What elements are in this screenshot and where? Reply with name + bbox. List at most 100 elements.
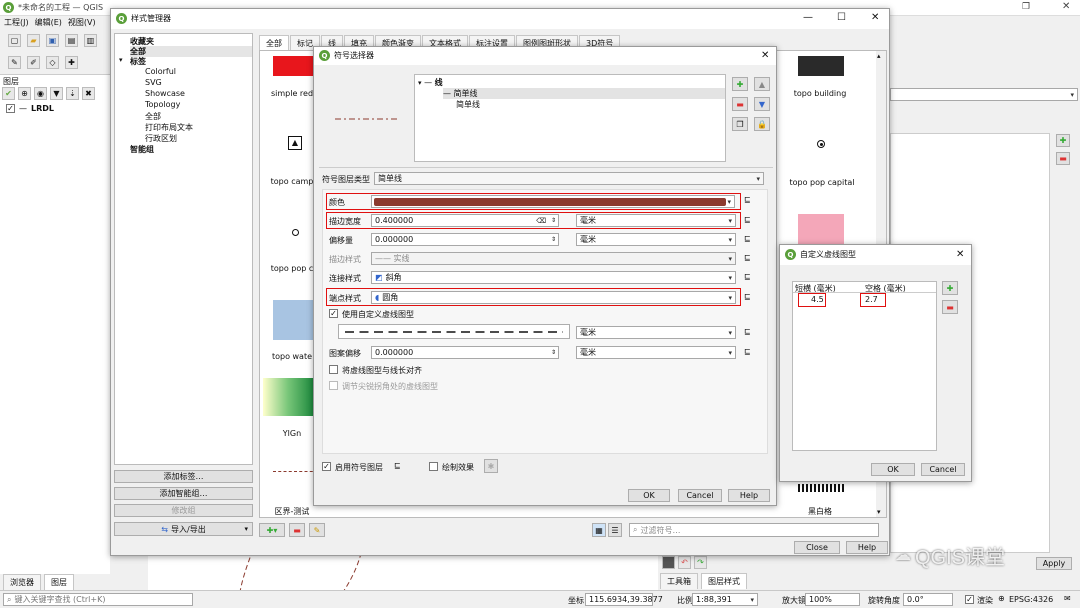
data-defined-icon[interactable]: ⊑ [744,234,751,243]
layer-visibility-checkbox[interactable]: ✓ [6,104,15,113]
expand-icon[interactable]: ⇣ [66,87,79,100]
digitize-icon[interactable]: ✐ [27,56,40,69]
align-dash-checkbox[interactable] [329,365,338,374]
import-export-button[interactable]: ⇆ 导入/导出 ▾ [114,522,253,536]
globe-icon[interactable]: ⊕ [998,594,1005,603]
data-defined-icon[interactable]: ⊑ [394,461,401,470]
style-close-button[interactable]: Close [794,541,840,554]
minimize-icon[interactable]: — [803,12,813,23]
tab-layers[interactable]: 图层 [44,574,74,590]
print-layout-icon[interactable]: ▥ [84,34,97,47]
tree-layer[interactable]: 简单线 [456,99,480,110]
tree-expand-icon[interactable]: ▾ [119,56,123,64]
tree-tag-all[interactable]: 全部 [145,111,161,122]
dash-ok-button[interactable]: OK [871,463,915,476]
layer-row[interactable]: ✓ — LRDL [6,104,54,113]
dash-cancel-button[interactable]: Cancel [921,463,965,476]
tab-layer-styling[interactable]: 图层样式 [701,572,747,589]
scroll-down-icon[interactable]: ▾ [877,508,881,516]
effects-star-icon[interactable]: ✱ [484,459,498,473]
remove-dash-row-button[interactable]: ▬ [942,300,958,314]
tree-tag-colorful[interactable]: Colorful [145,67,176,76]
menu-project[interactable]: 工程(J) [4,17,29,28]
camp-icon[interactable]: ▲ [288,136,302,150]
coordinate-field[interactable]: 115.6934,39.3877 [585,593,663,606]
lock-layer-button[interactable]: 🔒 [754,117,770,131]
cap-style-combo[interactable]: ◖ 圆角 ▾ [371,291,736,304]
magnifier-field[interactable]: 100% [805,593,860,606]
tree-tag-print-layout[interactable]: 打印布局文本 [145,122,193,133]
edit-item-button[interactable]: ✎ [309,523,325,537]
draw-effects-checkbox[interactable] [429,462,438,471]
stroke-style-combo[interactable]: —— 实线 ▾ [371,252,736,265]
add-smart-group-button[interactable]: 添加智能组… [114,487,253,500]
restore-window-button[interactable]: ❐ [1022,2,1030,12]
menu-view[interactable]: 视图(V) [68,17,96,28]
custom-dash-button[interactable] [338,324,570,339]
tree-all[interactable]: 全部 [130,46,252,57]
scroll-up-icon[interactable]: ▴ [877,52,881,60]
color-swatch-icon[interactable] [662,556,675,569]
undo-icon[interactable]: ↶ [678,556,691,569]
add-symbol-layer-button[interactable]: ✚ [1056,134,1070,147]
dash-value-cell[interactable]: 4.5 [811,295,824,304]
data-defined-icon[interactable]: ⊑ [744,215,751,224]
menu-edit[interactable]: 编辑(E) [35,17,62,28]
tree-tag-svg[interactable]: SVG [145,78,162,87]
symbol-swatch-water[interactable] [273,300,317,340]
layer-type-combo[interactable]: 简单线 ▾ [374,172,764,185]
eye-icon[interactable]: ◉ [34,87,47,100]
data-defined-icon[interactable]: ⊑ [744,292,751,301]
rotation-field[interactable]: 0.0° [903,593,953,606]
modify-group-button[interactable]: 修改组 [114,504,253,517]
data-defined-icon[interactable]: ⊑ [744,253,751,262]
add-item-button[interactable]: ✚▾ [259,523,285,537]
add-feature-icon[interactable]: ✚ [65,56,78,69]
data-defined-icon[interactable]: ⊑ [744,272,751,281]
offset-unit-combo[interactable]: 毫米 ▾ [576,233,736,246]
symbol-swatch-building[interactable] [798,56,844,76]
ok-button[interactable]: OK [628,489,670,502]
color-picker[interactable]: ▾ [371,195,735,208]
new-project-icon[interactable]: ▢ [8,34,21,47]
scale-combo[interactable]: 1:88,391 ▾ [692,593,758,606]
join-style-combo[interactable]: ◩ 斜角 ▾ [371,271,736,284]
move-down-button[interactable]: ▼ [754,97,770,111]
save-project-icon[interactable]: ▣ [46,34,59,47]
tab-toolbox[interactable]: 工具箱 [660,572,698,589]
symbol-swatch-checker[interactable] [798,484,844,492]
icon-view-button[interactable]: ▦ [592,523,606,537]
close-window-button[interactable]: ✕ [1062,1,1070,12]
maximize-icon[interactable]: ☐ [837,12,846,23]
dash-unit-combo[interactable]: 毫米 ▾ [576,326,736,339]
close-icon[interactable]: ✕ [956,249,964,260]
tree-tags[interactable]: 标签 [130,56,146,67]
pattern-offset-input[interactable]: 0.000000 ⇕ [371,346,559,359]
pencil-icon[interactable]: ✎ [8,56,21,69]
tree-root[interactable]: ▾ — 线 [418,77,443,88]
remove-item-button[interactable]: ▬ [289,523,305,537]
help-button[interactable]: Help [728,489,770,502]
offset-input[interactable]: 0.000000 ⇕ [371,233,559,246]
remove-layer-button[interactable]: ▬ [732,97,748,111]
tab-browser[interactable]: 浏览器 [3,574,41,590]
tree-smart-groups[interactable]: 智能组 [130,144,154,155]
save-as-icon[interactable]: ▤ [65,34,78,47]
adjust-dash-checkbox[interactable] [329,381,338,390]
duplicate-layer-button[interactable]: ❐ [732,117,748,131]
locator-search-input[interactable]: ⌕ 键入关键字查找 (Ctrl+K) [3,593,193,606]
stroke-width-input[interactable]: 0.400000 ⌫ ⇕ [371,214,559,227]
node-tool-icon[interactable]: ◇ [46,56,59,69]
add-layer-button[interactable]: ✚ [732,77,748,91]
add-tag-button[interactable]: 添加标签… [114,470,253,483]
pattern-offset-unit-combo[interactable]: 毫米 ▾ [576,346,736,359]
move-up-button[interactable]: ▲ [754,77,770,91]
close-icon[interactable]: ✕ [871,12,879,23]
stroke-width-unit-combo[interactable]: 毫米 ▾ [576,214,736,227]
symbol-swatch-ylgn[interactable] [263,378,313,416]
remove-layer-icon[interactable]: ✖ [82,87,95,100]
pop-circle-icon[interactable] [292,229,299,236]
redo-icon[interactable]: ↷ [694,556,707,569]
tree-tag-topology[interactable]: Topology [145,100,180,109]
crs-label[interactable]: EPSG:4326 [1009,595,1053,604]
